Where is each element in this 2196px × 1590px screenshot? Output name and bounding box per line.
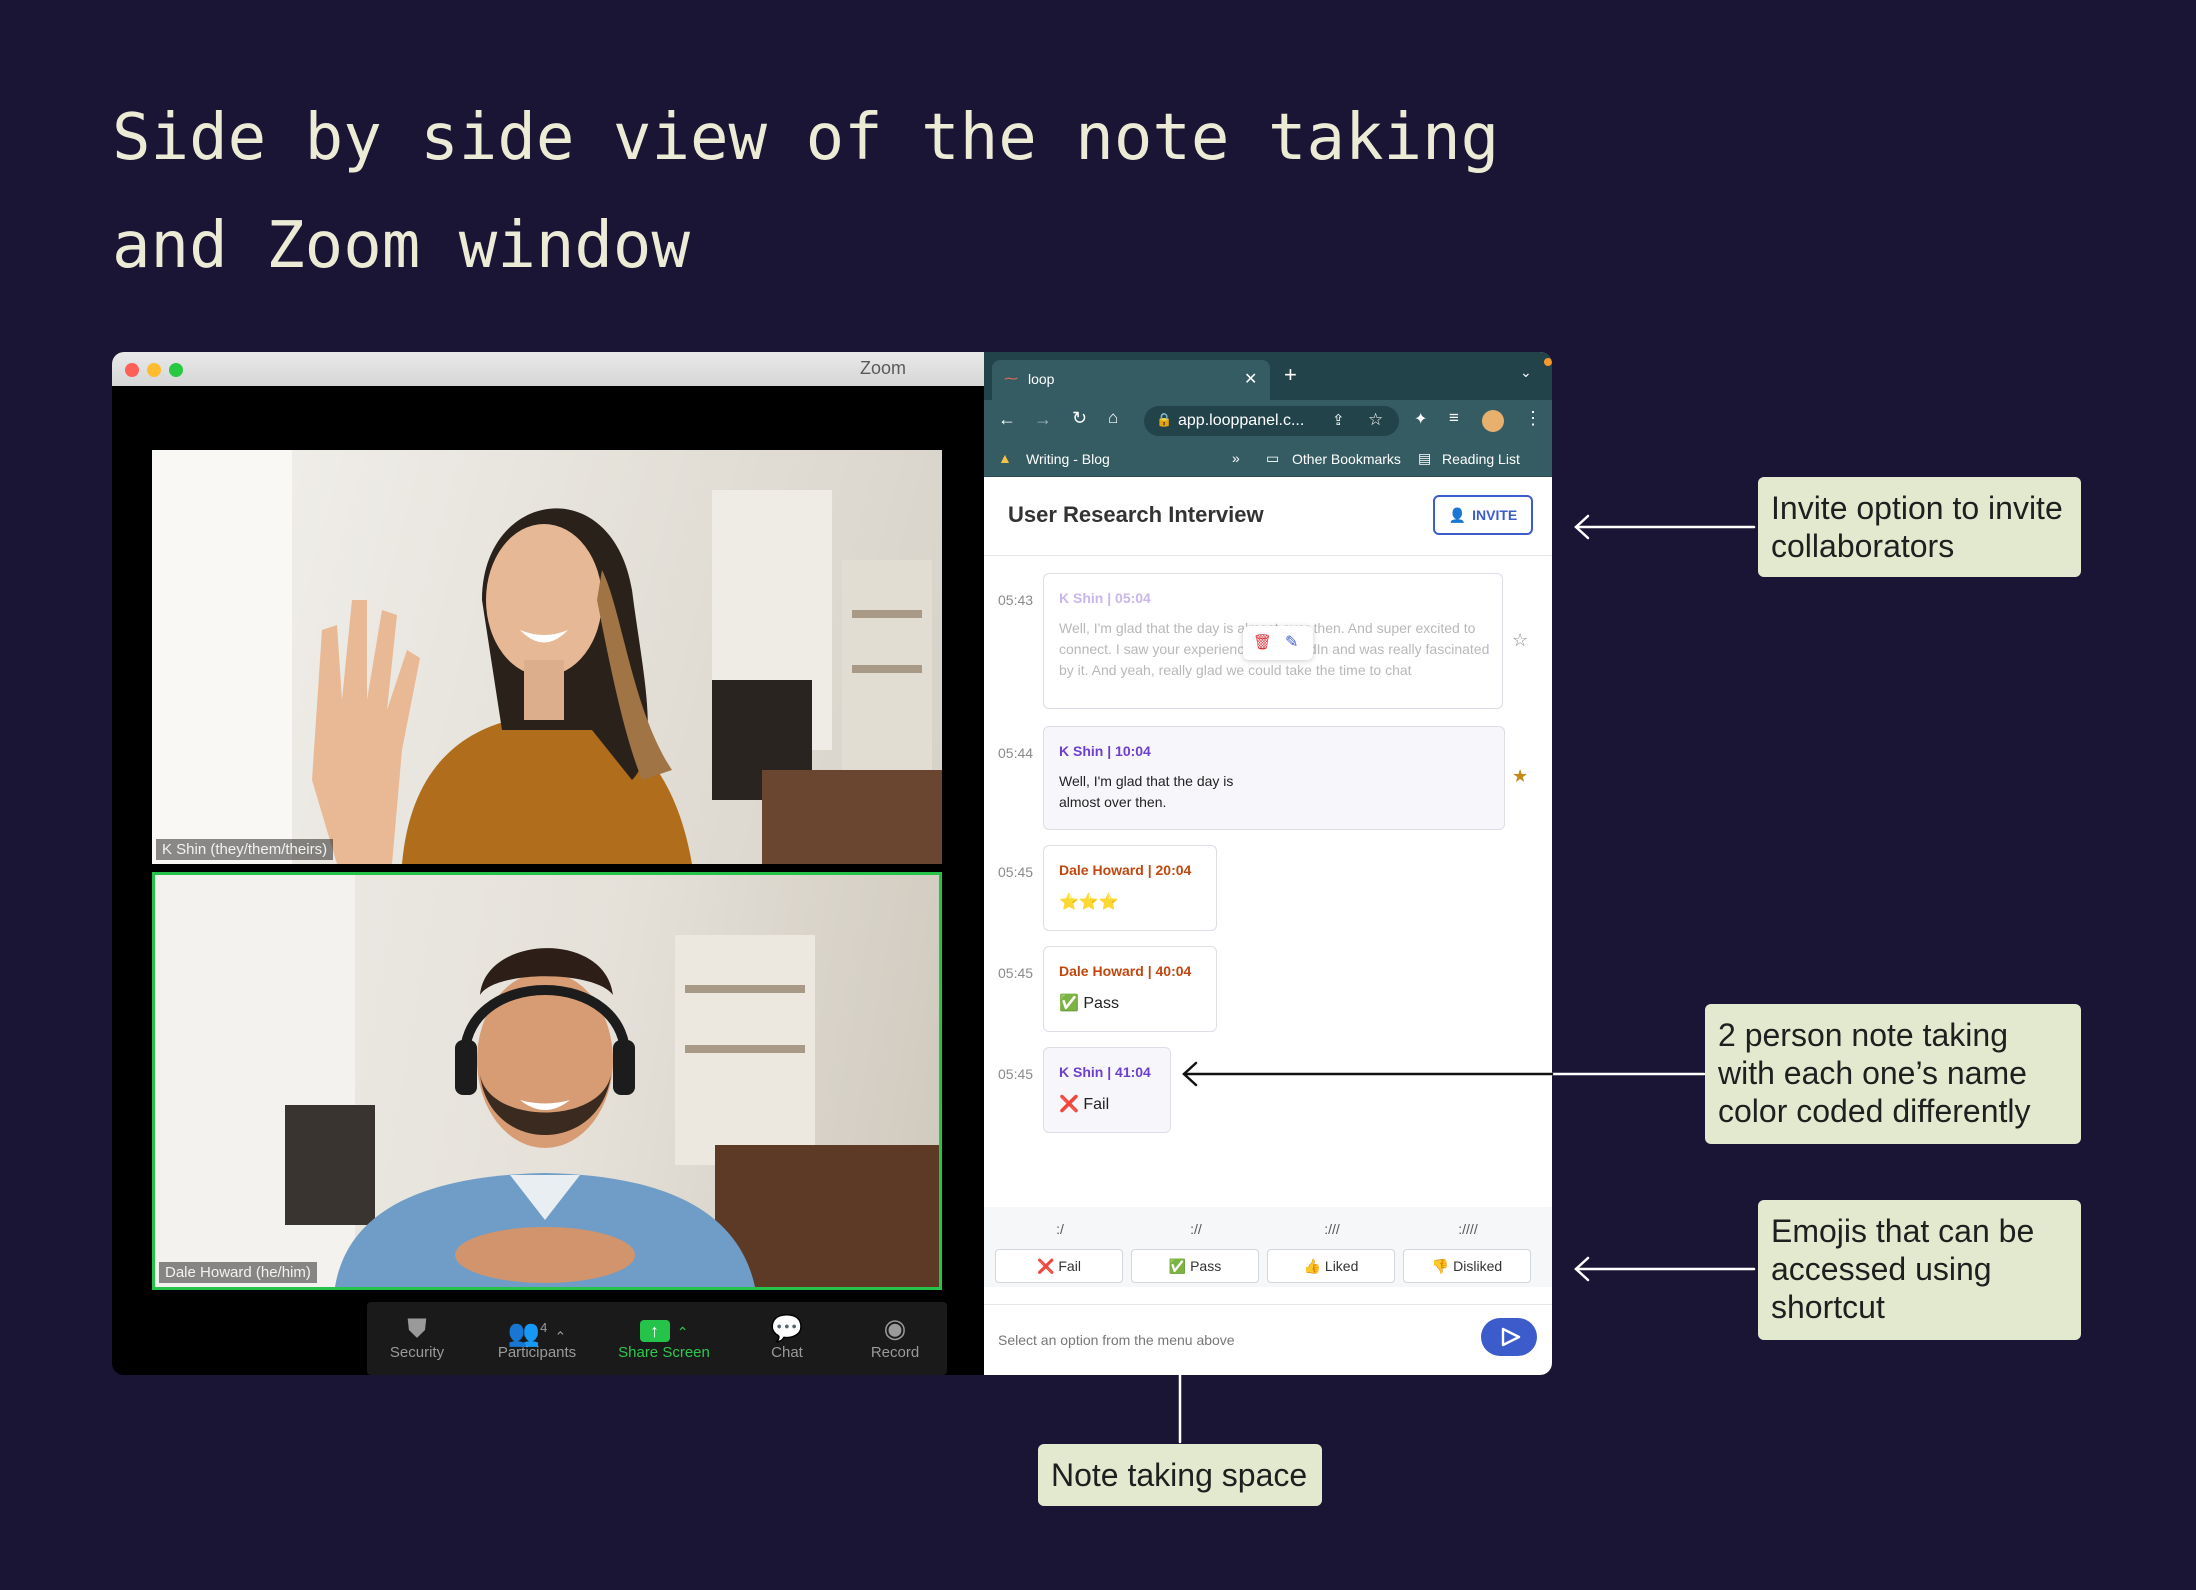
note-space-callout: Note taking space — [1038, 1444, 1322, 1506]
notes-callout: 2 person note taking with each one’s nam… — [1705, 1004, 2081, 1144]
invite-callout: Invite option to invite collaborators — [1758, 477, 2081, 577]
emoji-callout: Emojis that can be accessed using shortc… — [1758, 1200, 2081, 1340]
annotation-arrows — [1167, 514, 1756, 1444]
